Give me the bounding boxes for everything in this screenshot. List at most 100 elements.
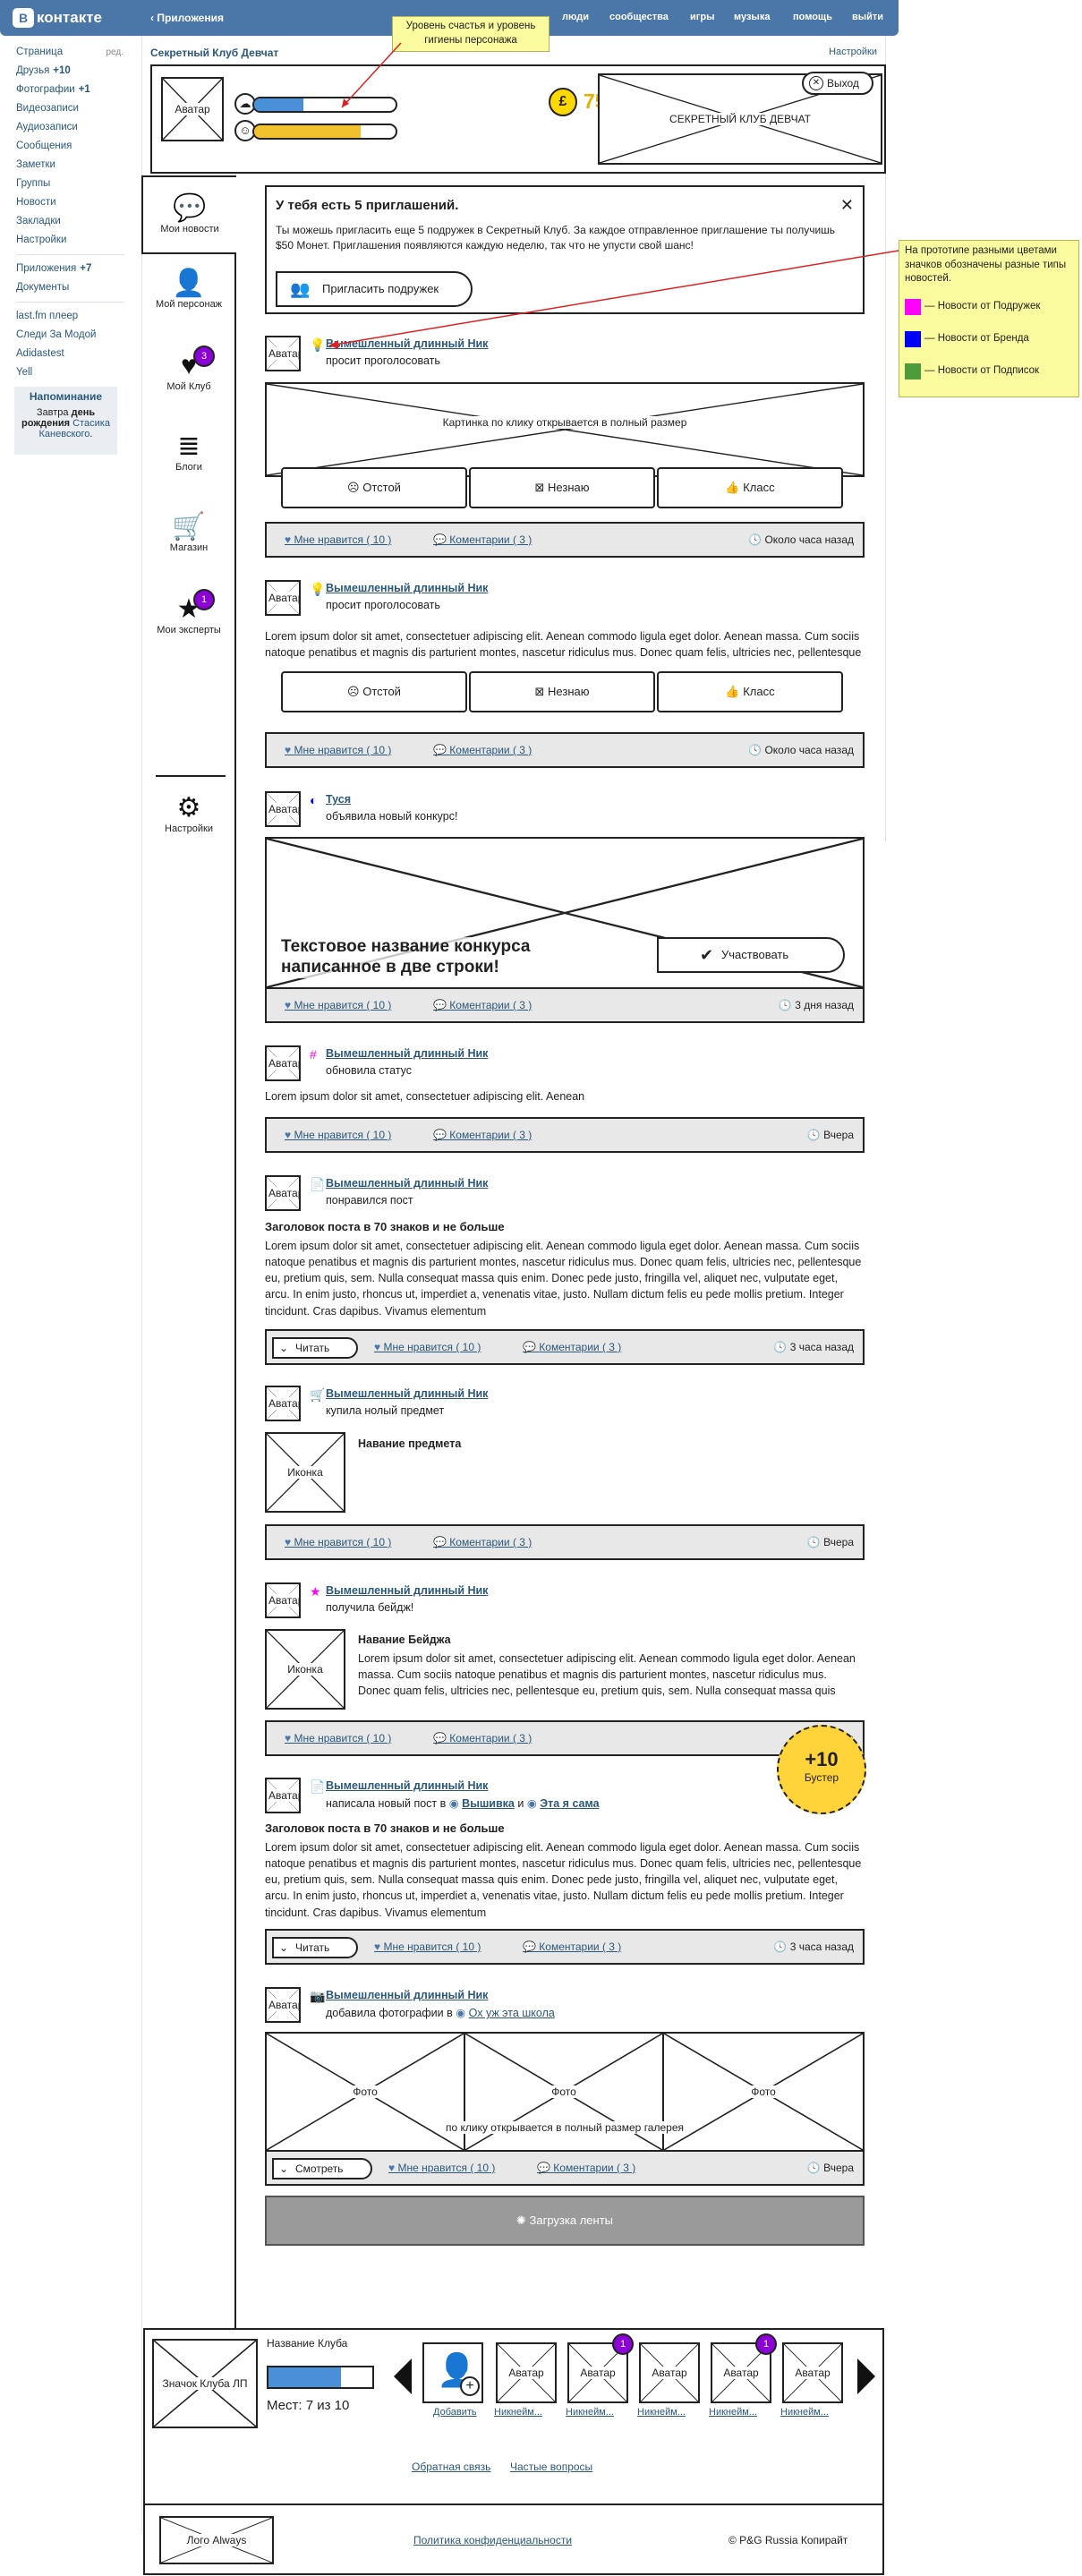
- vote-bad-button[interactable]: ☹ Отстой: [281, 467, 467, 508]
- author-avatar[interactable]: Аватар: [265, 1045, 301, 1081]
- author-nick[interactable]: Вымешленный длинный Ник: [326, 1387, 488, 1400]
- nav-people[interactable]: люди: [562, 12, 589, 22]
- member-avatar[interactable]: Аватар: [639, 2342, 700, 2403]
- apps-link[interactable]: ‹ Приложения: [150, 12, 224, 24]
- menu-app-yell[interactable]: Yell: [16, 363, 124, 382]
- author-avatar[interactable]: Аватар: [265, 580, 301, 616]
- like-link[interactable]: ♥ Мне нравится ( 10 ): [374, 1341, 481, 1353]
- blog-link[interactable]: Вышивка: [462, 1797, 515, 1810]
- author-avatar[interactable]: Аватар: [265, 1987, 301, 2023]
- like-link[interactable]: ♥ Мне нравится ( 10 ): [285, 1732, 391, 1744]
- author-nick[interactable]: Вымешленный длинный Ник: [326, 1779, 488, 1792]
- menu-groups[interactable]: Группы: [16, 175, 124, 193]
- author-avatar[interactable]: Аватар: [265, 1175, 301, 1211]
- member-avatar[interactable]: Аватар: [496, 2342, 557, 2403]
- nav-my-club[interactable]: ♥ Мой Клуб 3: [141, 345, 236, 392]
- nav-my-news[interactable]: 💬 Мои новости: [141, 175, 236, 254]
- comments-link[interactable]: 💬 Коментарии ( 3 ): [523, 1341, 621, 1353]
- vote-bad-button[interactable]: ☹ Отстой: [281, 671, 467, 712]
- load-feed-button[interactable]: ✺ Загрузка ленты: [265, 2196, 865, 2246]
- nav-shop[interactable]: 🛒 Магазин: [141, 512, 236, 553]
- nav-logout[interactable]: выйти: [852, 12, 883, 22]
- exit-button[interactable]: ✕ Выход: [802, 72, 873, 95]
- author-nick[interactable]: Вымешленный длинный Ник: [326, 337, 488, 350]
- badge-icon[interactable]: Иконка: [265, 1629, 345, 1710]
- app-settings-link[interactable]: Настройки: [829, 47, 877, 57]
- read-button[interactable]: ⌄ Читать: [272, 1337, 358, 1359]
- author-avatar[interactable]: Аватар: [265, 1778, 301, 1813]
- author-nick[interactable]: Вымешленный длинный Ник: [326, 582, 488, 594]
- like-link[interactable]: ♥ Мне нравится ( 10 ): [388, 2162, 495, 2174]
- menu-news[interactable]: Новости: [16, 193, 124, 212]
- comments-link[interactable]: 💬 Коментарии ( 3 ): [433, 1732, 532, 1744]
- always-logo[interactable]: Лого Always: [159, 2516, 274, 2564]
- member-nick[interactable]: Никнейм...: [637, 2407, 686, 2418]
- item-icon[interactable]: Иконка: [265, 1432, 345, 1513]
- participate-button[interactable]: ✔ Участвовать: [657, 937, 845, 973]
- menu-settings[interactable]: Настройки: [16, 231, 124, 250]
- post-image[interactable]: Картинка по клику открывается в полный р…: [265, 382, 865, 477]
- prev-arrow-icon[interactable]: [394, 2358, 412, 2394]
- character-avatar[interactable]: Аватар: [161, 77, 224, 141]
- post-title[interactable]: Заголовок поста в 70 знаков и не больше: [265, 1821, 505, 1835]
- like-link[interactable]: ♥ Мне нравится ( 10 ): [285, 744, 391, 756]
- comments-link[interactable]: 💬 Коментарии ( 3 ): [433, 533, 532, 546]
- author-avatar[interactable]: Аватар: [265, 1582, 301, 1618]
- comments-link[interactable]: 💬 Коментарии ( 3 ): [433, 1536, 532, 1548]
- nav-games[interactable]: игры: [690, 12, 714, 22]
- author-nick[interactable]: Вымешленный длинный Ник: [326, 1047, 488, 1060]
- close-icon[interactable]: ✕: [840, 196, 854, 215]
- member-nick[interactable]: Никнейм...: [709, 2407, 757, 2418]
- next-arrow-icon[interactable]: [857, 2358, 875, 2394]
- member-avatar[interactable]: Аватар: [782, 2342, 843, 2403]
- comments-link[interactable]: 💬 Коментарии ( 3 ): [433, 999, 532, 1011]
- menu-apps[interactable]: Приложения +7: [16, 260, 124, 278]
- like-link[interactable]: ♥ Мне нравится ( 10 ): [285, 999, 391, 1011]
- nav-my-character[interactable]: 👤 Мой персонаж: [141, 269, 236, 310]
- author-avatar[interactable]: Аватар: [265, 336, 301, 371]
- comments-link[interactable]: 💬 Коментарии ( 3 ): [537, 2162, 635, 2174]
- nav-communities[interactable]: сообщества: [609, 12, 669, 22]
- nav-blogs[interactable]: ≣ Блоги: [141, 431, 236, 473]
- watch-button[interactable]: ⌄ Смотреть: [272, 2158, 372, 2179]
- album-link[interactable]: Ох уж эта школа: [469, 2007, 555, 2019]
- vote-unsure-button[interactable]: ⊠ Незнаю: [469, 467, 655, 508]
- nav-music[interactable]: музыка: [734, 12, 770, 22]
- vote-unsure-button[interactable]: ⊠ Незнаю: [469, 671, 655, 712]
- contest-banner[interactable]: Текстовое название конкурса написанное в…: [265, 837, 865, 989]
- club-icon[interactable]: Значок Клуба ЛП: [152, 2339, 258, 2428]
- menu-app-fashion[interactable]: Следи За Модой: [16, 326, 124, 345]
- booster-badge[interactable]: +10 Бустер: [777, 1725, 866, 1814]
- like-link[interactable]: ♥ Мне нравится ( 10 ): [285, 533, 391, 546]
- author-nick[interactable]: Вымешленный длинный Ник: [326, 1989, 488, 2001]
- post-title[interactable]: Заголовок поста в 70 знаков и не больше: [265, 1220, 505, 1233]
- menu-notes[interactable]: Заметки: [16, 156, 124, 175]
- invite-friends-button[interactable]: 👥 Пригласить подружек: [276, 271, 473, 307]
- club-title[interactable]: Секретный Клуб Девчат: [150, 47, 278, 59]
- author-avatar[interactable]: Аватар: [265, 1386, 301, 1421]
- menu-bookmarks[interactable]: Закладки: [16, 212, 124, 231]
- menu-photos[interactable]: Фотографии +1: [16, 81, 124, 99]
- author-avatar[interactable]: Аватар: [265, 791, 301, 827]
- member-nick[interactable]: Никнейм...: [780, 2407, 829, 2418]
- like-link[interactable]: ♥ Мне нравится ( 10 ): [285, 1129, 391, 1141]
- like-link[interactable]: ♥ Мне нравится ( 10 ): [374, 1941, 481, 1953]
- member-nick[interactable]: Никнейм...: [566, 2407, 614, 2418]
- menu-messages[interactable]: Сообщения: [16, 137, 124, 156]
- author-nick[interactable]: Вымешленный длинный Ник: [326, 1584, 488, 1597]
- menu-page[interactable]: Страница ред.: [16, 43, 124, 62]
- comments-link[interactable]: 💬 Коментарии ( 3 ): [523, 1941, 621, 1953]
- add-member-button[interactable]: 👤 +: [422, 2342, 483, 2403]
- author-nick[interactable]: Туся: [326, 793, 351, 806]
- menu-documents[interactable]: Документы: [16, 278, 124, 297]
- vk-logo[interactable]: Вконтакте: [13, 7, 102, 29]
- like-link[interactable]: ♥ Мне нравится ( 10 ): [285, 1536, 391, 1548]
- menu-app-adidas[interactable]: Adidastest: [16, 345, 124, 363]
- edit-link[interactable]: ред.: [106, 43, 124, 62]
- vote-good-button[interactable]: 👍 Класс: [657, 671, 843, 712]
- blog-link[interactable]: Эта я сама: [540, 1797, 599, 1810]
- author-nick[interactable]: Вымешленный длинный Ник: [326, 1177, 488, 1190]
- read-button[interactable]: ⌄ Читать: [272, 1937, 358, 1958]
- member-nick[interactable]: Никнейм...: [494, 2407, 542, 2418]
- comments-link[interactable]: 💬 Коментарии ( 3 ): [433, 1129, 532, 1141]
